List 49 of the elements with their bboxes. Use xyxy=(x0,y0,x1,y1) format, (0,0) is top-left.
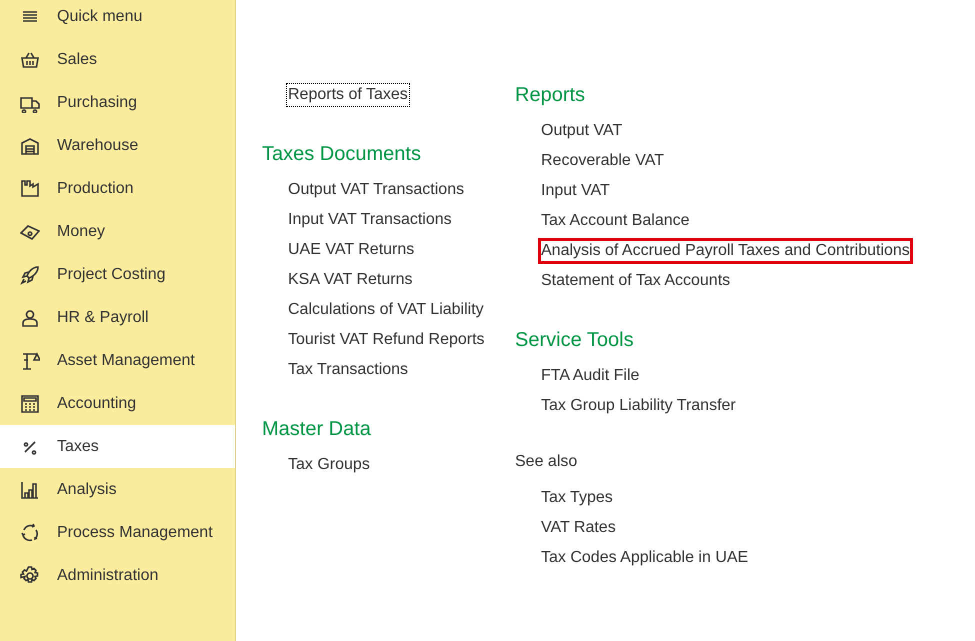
report-link[interactable]: KSA VAT Returns xyxy=(287,269,414,291)
section-heading: Taxes Documents xyxy=(262,142,422,167)
sidebar-item[interactable]: Asset Management xyxy=(0,339,235,382)
report-link[interactable]: Output VAT Transactions xyxy=(287,179,466,201)
scales-icon xyxy=(20,350,40,370)
sidebar-item[interactable]: Money xyxy=(0,210,235,253)
sidebar-item[interactable]: Process Management xyxy=(0,511,235,554)
section-heading: See also xyxy=(515,452,578,472)
rocket-icon xyxy=(20,264,40,284)
report-link[interactable]: Recoverable VAT xyxy=(540,150,666,172)
section-heading: Service Tools xyxy=(515,328,635,353)
sidebar-item[interactable]: Sales xyxy=(0,38,235,81)
sidebar-item[interactable]: Quick menu xyxy=(0,0,235,38)
sidebar-item[interactable]: Project Costing xyxy=(0,253,235,296)
report-link[interactable]: Tax Group Liability Transfer xyxy=(540,395,737,417)
cycle-icon xyxy=(20,522,40,542)
sidebar-item[interactable]: Purchasing xyxy=(0,81,235,124)
section-heading: Master Data xyxy=(262,417,372,442)
report-link[interactable]: UAE VAT Returns xyxy=(287,239,416,261)
sidebar-item[interactable]: Analysis xyxy=(0,468,235,511)
report-link[interactable]: Tourist VAT Refund Reports xyxy=(287,329,486,351)
gear-icon xyxy=(20,566,40,586)
warehouse-icon xyxy=(20,136,40,156)
report-link[interactable]: Tax Types xyxy=(540,487,614,509)
report-link[interactable]: Input VAT Transactions xyxy=(287,209,453,231)
bar-chart-icon xyxy=(20,480,40,500)
sidebar-item[interactable]: Administration xyxy=(0,554,235,597)
report-link[interactable]: Reports of Taxes xyxy=(287,84,409,106)
person-icon xyxy=(20,308,40,328)
sidebar-item[interactable]: HR & Payroll xyxy=(0,296,235,339)
report-link[interactable]: Tax Groups xyxy=(287,454,371,476)
factory-icon xyxy=(20,178,40,198)
sidebar-item[interactable]: Warehouse xyxy=(0,124,235,167)
report-link[interactable]: Tax Codes Applicable in UAE xyxy=(540,547,750,569)
report-link[interactable]: VAT Rates xyxy=(540,517,617,539)
report-link[interactable]: Statement of Tax Accounts xyxy=(540,270,732,292)
report-link[interactable]: Output VAT xyxy=(540,120,624,142)
sidebar-item[interactable]: Taxes xyxy=(0,425,235,468)
calculator-icon xyxy=(20,394,40,414)
sidebar-item[interactable]: Accounting xyxy=(0,382,235,425)
report-link[interactable]: Calculations of VAT Liability xyxy=(287,299,485,321)
sidebar-item[interactable]: Production xyxy=(0,167,235,210)
section-heading: Reports xyxy=(515,83,586,108)
report-link[interactable]: Analysis of Accrued Payroll Taxes and Contributions xyxy=(540,240,911,262)
basket-icon xyxy=(20,50,40,70)
report-link[interactable]: Tax Transactions xyxy=(287,359,410,381)
report-link[interactable]: Input VAT xyxy=(540,180,611,202)
report-link[interactable]: Tax Account Balance xyxy=(540,210,691,232)
report-link[interactable]: FTA Audit File xyxy=(540,365,640,387)
